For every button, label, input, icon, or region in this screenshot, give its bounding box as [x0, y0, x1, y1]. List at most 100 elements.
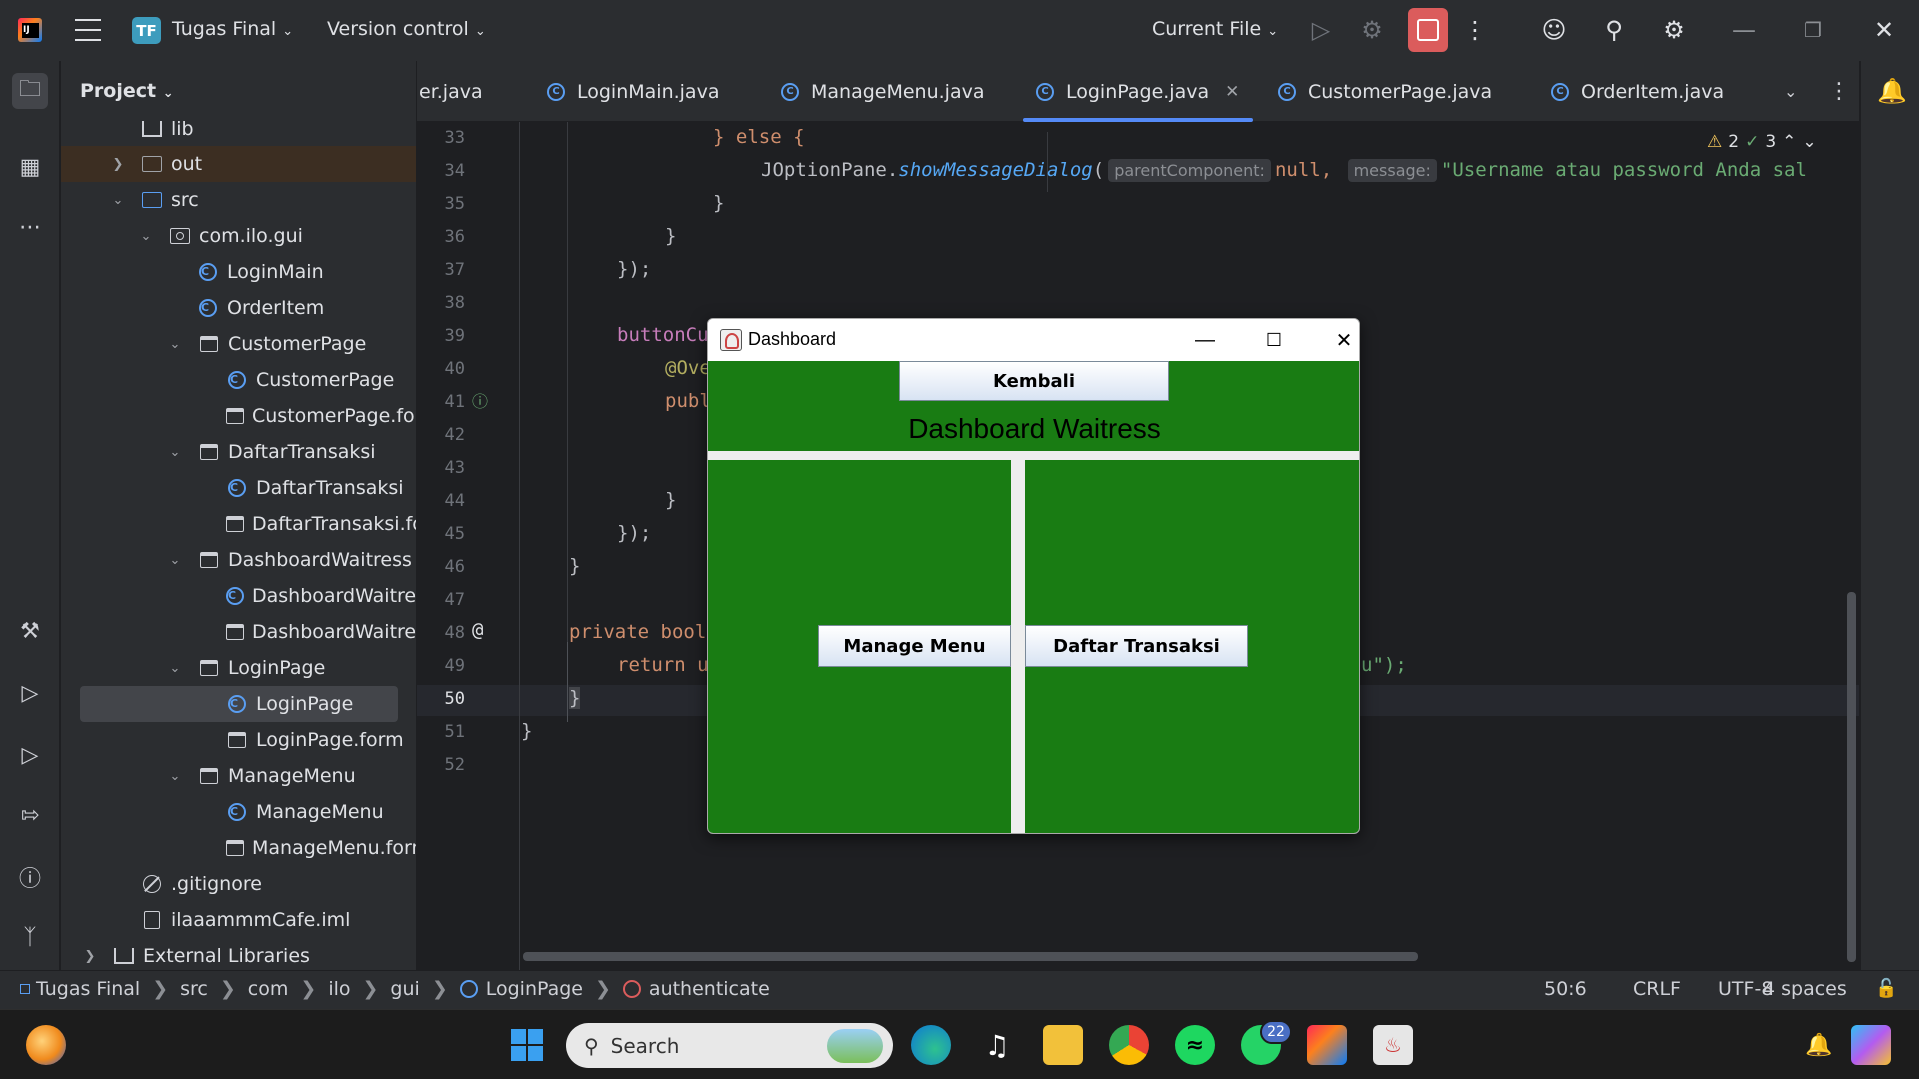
tree-item[interactable]: ManageMenu.form [61, 830, 416, 866]
caret-position[interactable]: 50:6 [1544, 978, 1587, 1000]
build-tool-icon[interactable]: ⚒ [12, 613, 48, 649]
tree-item-selected[interactable]: C LoginPage [80, 686, 398, 722]
chevron-down-icon[interactable]: ⌄ [168, 661, 182, 676]
window-close-icon[interactable]: ✕ [1324, 325, 1359, 355]
tree-item[interactable]: ⌄ src [61, 182, 416, 218]
breadcrumb-item[interactable]: ilo [328, 978, 350, 1000]
editor-horizontal-scrollbar[interactable] [523, 952, 1418, 961]
window-minimize-icon[interactable]: — [1185, 325, 1225, 355]
tree-item[interactable]: CDashboardWaitress [61, 578, 416, 614]
notification-bell-icon[interactable]: 🔔 [1799, 1025, 1839, 1065]
version-control-menu[interactable]: Version control ⌄ [327, 18, 486, 40]
indent-setting[interactable]: 4 spaces [1763, 978, 1847, 1000]
tree-item[interactable]: DashboardWaitress.form [61, 614, 416, 650]
notifications-bell-icon[interactable]: 🔔 [1877, 77, 1907, 105]
tree-item[interactable]: CustomerPage.form [61, 398, 416, 434]
tree-item[interactable]: C DaftarTransaksi [61, 470, 416, 506]
project-tool-icon[interactable]: 🗀 [12, 73, 48, 109]
tree-item[interactable]: ⌄ DaftarTransaksi [61, 434, 416, 470]
editor-vertical-scrollbar[interactable] [1847, 592, 1856, 962]
breadcrumb-item[interactable]: com [248, 978, 289, 1000]
back-button[interactable]: Kembali [899, 361, 1169, 401]
project-badge[interactable]: TF [132, 17, 161, 44]
tree-item[interactable]: C OrderItem [61, 290, 416, 326]
manage-menu-button[interactable]: Manage Menu [818, 625, 1011, 667]
minimize-icon[interactable]: — [1728, 14, 1760, 46]
tab-er-java[interactable]: er.java [417, 61, 483, 122]
terminal-tool-icon[interactable]: ⇰ [12, 797, 48, 833]
dashboard-title-bar[interactable]: Dashboard — ☐ ✕ [708, 319, 1359, 361]
edge-browser-icon[interactable] [911, 1025, 951, 1065]
intellij-idea-icon[interactable] [1307, 1025, 1347, 1065]
chrome-icon[interactable] [1109, 1025, 1149, 1065]
run-tool-icon[interactable]: ▷ [12, 737, 48, 773]
chevron-right-icon[interactable]: ❯ [111, 157, 125, 172]
tabs-more-icon[interactable]: ⋮ [1828, 61, 1850, 122]
settings-icon[interactable]: ⚙ [1658, 14, 1690, 46]
taskbar-search-input[interactable]: ⚲ Search [566, 1023, 893, 1068]
services-tool-icon[interactable]: ▷ [12, 675, 48, 711]
tabs-overflow-icon[interactable]: ⌄ [1784, 61, 1797, 122]
problems-tool-icon[interactable]: ⓘ [12, 859, 48, 895]
chevron-down-icon[interactable]: ⌄ [168, 445, 182, 460]
git-tool-icon[interactable]: ᛉ [12, 919, 48, 955]
weather-widget-icon[interactable] [26, 1025, 66, 1065]
tree-item[interactable]: DaftarTransaksi.form [61, 506, 416, 542]
project-panel-title[interactable]: Project ⌄ [80, 80, 174, 102]
window-maximize-icon[interactable]: ☐ [1254, 325, 1294, 355]
lock-icon[interactable]: 🔓 [1875, 978, 1897, 999]
breadcrumb-item[interactable]: authenticate [649, 978, 770, 1000]
project-switcher[interactable]: Tugas Final ⌄ [172, 18, 293, 40]
breadcrumb-item[interactable]: gui [390, 978, 419, 1000]
stop-icon[interactable] [1408, 8, 1448, 52]
spotify-icon[interactable]: ≈ [1175, 1025, 1215, 1065]
chevron-down-icon[interactable]: ⌄ [168, 769, 182, 784]
java-app-taskbar-icon[interactable]: ♨ [1373, 1025, 1413, 1065]
chevron-down-icon[interactable]: ⌄ [139, 229, 153, 244]
tree-item[interactable]: .gitignore [61, 866, 416, 902]
tab-managemenu[interactable]: C ManageMenu.java [781, 61, 985, 122]
tree-item[interactable]: ❯ out [61, 146, 416, 182]
tree-item[interactable]: lib [61, 111, 416, 147]
tree-item[interactable]: ⌄ LoginPage [61, 650, 416, 686]
breadcrumb-item[interactable]: Tugas Final [36, 978, 140, 1000]
tree-item[interactable]: ⌄ com.ilo.gui [61, 218, 416, 254]
breadcrumb-item[interactable]: src [180, 978, 208, 1000]
inspection-widget[interactable]: ⚠ 2 ✓ 3 ⌃ ⌄ [1707, 132, 1817, 152]
tree-item[interactable]: LoginPage.form [61, 722, 416, 758]
close-tab-icon[interactable]: ✕ [1225, 82, 1239, 102]
run-icon[interactable]: ▷ [1305, 14, 1337, 46]
chevron-down-icon[interactable]: ⌄ [168, 553, 182, 568]
more-tools-icon[interactable]: ⋯ [12, 209, 48, 245]
file-explorer-icon[interactable] [1043, 1025, 1083, 1065]
more-icon[interactable]: ⋮ [1459, 14, 1491, 46]
chevron-down-icon[interactable]: ⌄ [111, 193, 125, 208]
tree-item[interactable]: ⌄ ManageMenu [61, 758, 416, 794]
daftar-transaksi-button[interactable]: Daftar Transaksi [1025, 625, 1248, 667]
chevron-down-icon[interactable]: ⌄ [168, 337, 182, 352]
restore-icon[interactable]: ❐ [1797, 14, 1829, 46]
tiktok-icon[interactable]: ♫ [977, 1025, 1017, 1065]
tab-orderitem[interactable]: C OrderItem.java [1551, 61, 1724, 122]
line-separator[interactable]: CRLF [1633, 978, 1681, 1000]
annotation-gutter-icon[interactable]: @ [472, 619, 483, 641]
tree-item[interactable]: C LoginMain [61, 254, 416, 290]
implements-gutter-icon[interactable]: ⓘ [472, 388, 488, 412]
add-user-icon[interactable]: ☺ [1538, 14, 1570, 46]
run-config-selector[interactable]: Current File ⌄ [1152, 18, 1278, 40]
chevron-right-icon[interactable]: ❯ [83, 949, 97, 964]
hamburger-menu-icon[interactable] [75, 19, 101, 41]
tab-loginmain[interactable]: C LoginMain.java [547, 61, 719, 122]
intellij-logo-icon[interactable] [18, 18, 42, 42]
tree-item[interactable]: ⌄ DashboardWaitress [61, 542, 416, 578]
tab-customerpage[interactable]: C CustomerPage.java [1278, 61, 1492, 122]
tree-item[interactable]: ilaaammmCafe.iml [61, 902, 416, 938]
tree-item[interactable]: C ManageMenu [61, 794, 416, 830]
chevron-down-icon[interactable]: ⌄ [1802, 132, 1816, 152]
tab-loginpage[interactable]: C LoginPage.java ✕ [1023, 61, 1254, 122]
tree-item[interactable]: C CustomerPage [61, 362, 416, 398]
chevron-up-icon[interactable]: ⌃ [1782, 132, 1796, 152]
breadcrumb-item[interactable]: LoginPage [486, 978, 583, 1000]
search-icon[interactable]: ⚲ [1598, 14, 1630, 46]
start-windows-icon[interactable] [507, 1025, 547, 1065]
